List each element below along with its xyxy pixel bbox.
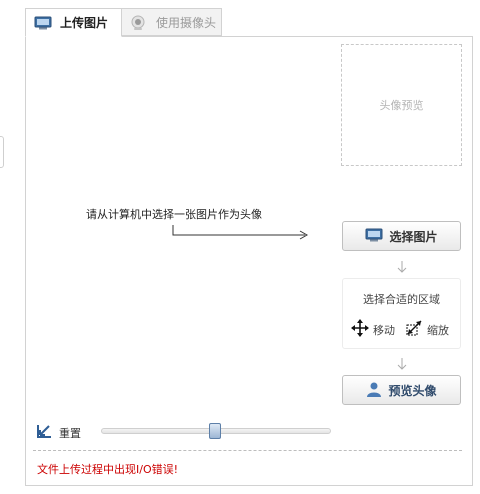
resize-icon bbox=[405, 319, 423, 340]
choose-hint: 请从计算机中选择一张图片作为头像 bbox=[86, 208, 262, 221]
tab-camera-label: 使用摄像头 bbox=[156, 15, 217, 30]
select-region-panel: 选择合适的区域 移动 缩放 bbox=[342, 278, 461, 349]
tab-upload-image[interactable]: 上传图片 bbox=[25, 8, 122, 37]
select-region-title: 选择合适的区域 bbox=[363, 293, 440, 306]
user-icon bbox=[366, 381, 382, 400]
tab-use-camera[interactable]: 使用摄像头 bbox=[122, 8, 222, 36]
zoom-slider-thumb[interactable] bbox=[209, 423, 221, 439]
scale-control[interactable]: 缩放 bbox=[405, 319, 449, 340]
upload-error-message: 文件上传过程中出现I/O错误! bbox=[37, 463, 179, 476]
arrow-down-icon bbox=[397, 358, 407, 370]
reset-button[interactable]: 重置 bbox=[37, 424, 81, 441]
webcam-icon bbox=[130, 15, 148, 30]
move-control[interactable]: 移动 bbox=[351, 319, 395, 340]
arrow-down-icon bbox=[397, 261, 407, 273]
hint-arrow-icon bbox=[172, 225, 309, 240]
divider bbox=[33, 450, 462, 451]
choose-image-label: 选择图片 bbox=[389, 229, 438, 244]
move-label: 移动 bbox=[373, 323, 395, 337]
avatar-preview: 头像预览 bbox=[341, 44, 462, 166]
side-handle bbox=[0, 136, 4, 168]
choose-image-button[interactable]: 选择图片 bbox=[342, 221, 461, 251]
scale-label: 缩放 bbox=[427, 323, 449, 337]
preview-avatar-button[interactable]: 预览头像 bbox=[342, 375, 461, 405]
move-arrows-icon bbox=[351, 319, 369, 340]
monitor-icon bbox=[34, 16, 52, 30]
tab-upload-label: 上传图片 bbox=[60, 16, 109, 30]
preview-avatar-label: 预览头像 bbox=[388, 383, 437, 398]
monitor-icon bbox=[365, 228, 383, 245]
avatar-preview-placeholder: 头像预览 bbox=[379, 99, 424, 112]
reset-label: 重置 bbox=[59, 426, 81, 440]
reset-icon bbox=[37, 424, 53, 441]
